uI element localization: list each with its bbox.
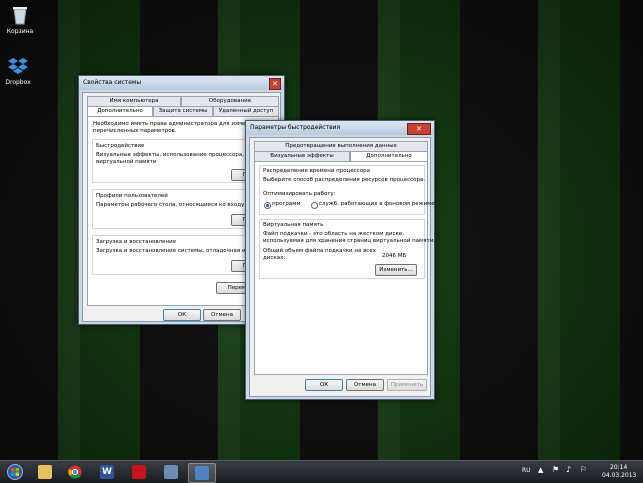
taskbar-chrome[interactable]	[62, 463, 88, 481]
virtual-memory-desc-2: используемая для хранения страниц виртуа…	[263, 238, 436, 244]
processor-scheduling-title: Распределение времени процессора	[263, 168, 370, 174]
paging-total-label: Общий объем файла подкачки на всех	[263, 248, 376, 254]
clock-date[interactable]: 04.03.2013	[602, 472, 636, 479]
radio-programs-label: программ	[272, 201, 301, 207]
taskbar-system-properties[interactable]	[188, 463, 216, 483]
window-titlebar[interactable]: Параметры быстродействия ✕	[246, 121, 434, 135]
cancel-button[interactable]: Отмена	[203, 309, 241, 321]
word-icon: W	[100, 465, 114, 479]
chrome-icon	[68, 465, 82, 479]
remote-desktop-icon	[164, 465, 178, 479]
system-properties-icon	[195, 466, 209, 480]
taskbar-pdf[interactable]	[126, 463, 152, 481]
close-button[interactable]: ✕	[407, 123, 431, 135]
close-icon: ✕	[416, 125, 422, 133]
admin-note-2: перечисленных параметров.	[93, 128, 177, 134]
taskbar: W RU ▲ ⚑ ♪ ⚐ 20:14 04.03.2013	[0, 460, 643, 483]
apply-button[interactable]: Применить	[387, 379, 427, 391]
taskbar-word[interactable]: W	[94, 463, 120, 481]
virtual-memory-desc: Файл подкачки - это область на жестком д…	[263, 231, 404, 237]
close-icon: ✕	[272, 80, 278, 88]
ok-button[interactable]: ОК	[163, 309, 201, 321]
performance-desc-2: виртуальной памяти	[96, 159, 157, 165]
window-title: Свойства системы	[83, 79, 142, 86]
processor-scheduling-desc: Выберите способ распределения ресурсов п…	[263, 177, 426, 183]
pdf-icon	[132, 465, 146, 479]
window-titlebar[interactable]: Свойства системы ✕	[79, 76, 284, 90]
performance-desc: Визуальные эффекты, использование процес…	[96, 152, 267, 158]
ok-button[interactable]: ОК	[305, 379, 343, 391]
desktop-icon-label: Корзина	[6, 28, 34, 35]
optimize-label: Оптимизировать работу:	[263, 191, 336, 197]
tray-expand-icon[interactable]: ▲	[538, 466, 543, 474]
volume-icon[interactable]: ♪	[566, 465, 571, 474]
startup-recovery-desc: Загрузка и восстановление системы, отлад…	[96, 248, 265, 254]
virtual-memory-group: Виртуальная память Файл подкачки - это о…	[259, 219, 435, 279]
action-center-icon[interactable]: ⚐	[580, 465, 587, 474]
network-icon[interactable]: ⚑	[552, 465, 559, 474]
tab-content-advanced: Распределение времени процессора Выберит…	[254, 161, 435, 375]
radio-background-services-label: служб, работающих в фоновом режиме	[319, 201, 435, 207]
radio-background-services[interactable]	[311, 202, 318, 209]
startup-recovery-title: Загрузка и восстановление	[96, 239, 177, 245]
taskbar-explorer[interactable]	[32, 463, 58, 481]
performance-title: Быстродействие	[96, 143, 145, 149]
desktop: Корзина Dropbox Свойства системы ✕ Имя к…	[0, 0, 643, 460]
virtual-memory-title: Виртуальная память	[263, 222, 324, 228]
explorer-icon	[38, 465, 52, 479]
start-button[interactable]	[2, 463, 28, 481]
taskbar-remote-desktop[interactable]	[158, 463, 184, 481]
dropbox-icon	[7, 55, 29, 77]
desktop-icon-recycle-bin[interactable]: Корзина	[2, 4, 38, 35]
change-paging-button[interactable]: Изменить...	[375, 264, 417, 276]
admin-note: Необходимо иметь права администратора дл…	[93, 121, 268, 127]
language-indicator[interactable]: RU	[522, 467, 531, 474]
recycle-bin-icon	[9, 4, 31, 26]
start-orb-icon	[7, 464, 23, 480]
close-button[interactable]: ✕	[269, 78, 281, 90]
desktop-icon-label: Dropbox	[5, 79, 31, 86]
dialog-body: Предотвращение выполнения данных Визуаль…	[249, 137, 435, 397]
cancel-button[interactable]: Отмена	[346, 379, 384, 391]
processor-scheduling-group: Распределение времени процессора Выберит…	[259, 165, 435, 215]
paging-total-label-2: дисках:	[263, 255, 286, 261]
performance-options-window: Параметры быстродействия ✕ Предотвращени…	[245, 120, 435, 400]
desktop-icon-dropbox[interactable]: Dropbox	[0, 55, 36, 86]
clock-time[interactable]: 20:14	[610, 464, 627, 471]
radio-programs[interactable]	[264, 202, 271, 209]
user-profiles-title: Профили пользователей	[96, 193, 168, 199]
paging-total-value: 2046 МБ	[382, 253, 407, 259]
user-profiles-desc: Параметры рабочего стола, относящиеся ко…	[96, 202, 268, 208]
window-title: Параметры быстродействия	[250, 124, 341, 131]
